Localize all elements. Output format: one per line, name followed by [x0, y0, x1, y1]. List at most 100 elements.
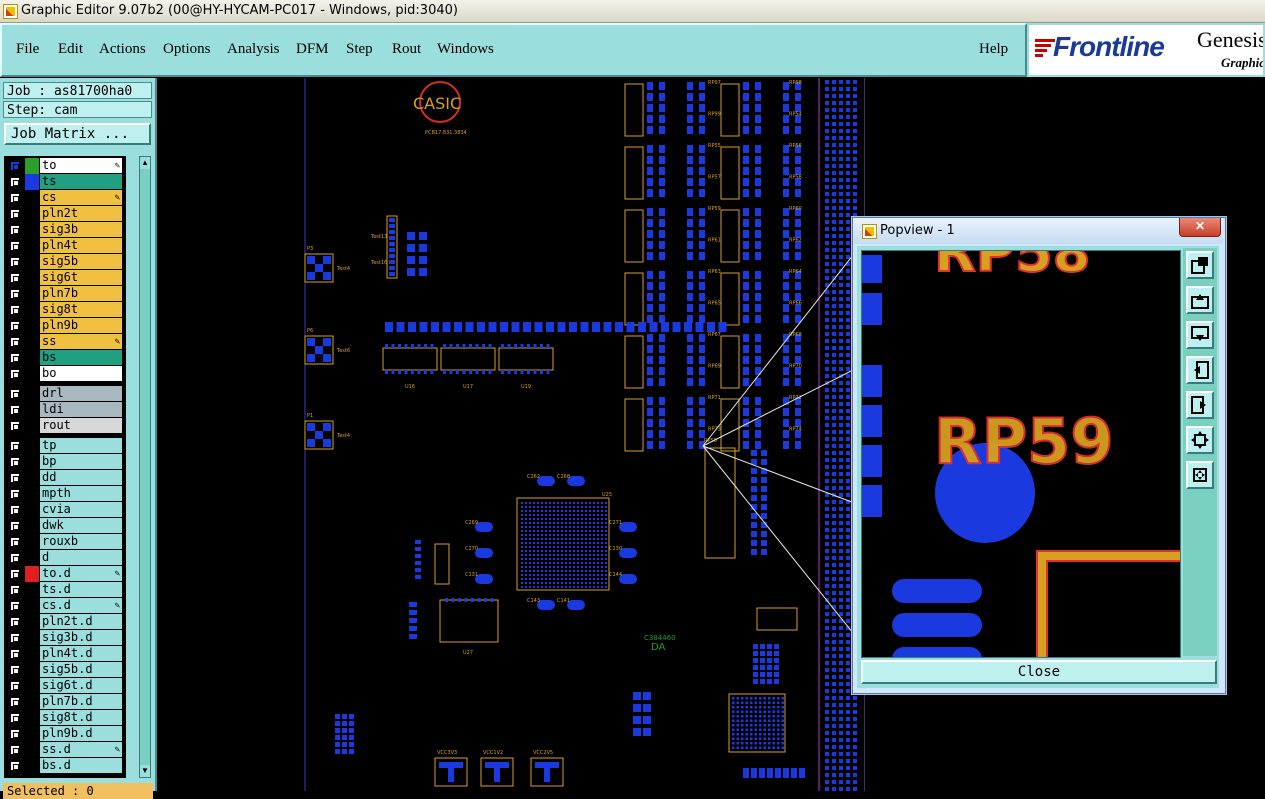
scroll-down-icon[interactable]: ▼ [140, 765, 150, 777]
menu-dfm[interactable]: DFM [296, 41, 329, 58]
layer-row-ss[interactable]: ss ✎ [4, 334, 126, 350]
layer-name[interactable]: dd [40, 470, 122, 485]
layer-name[interactable]: sig5b [40, 254, 122, 269]
zoom-in-icon[interactable] [1186, 426, 1214, 454]
layer-color-swatch[interactable] [25, 550, 39, 566]
layer-name[interactable]: bs.d [40, 758, 122, 773]
layer-row-drl[interactable]: drl [4, 386, 126, 402]
layer-name[interactable]: ldi [40, 402, 122, 417]
layer-color-swatch[interactable] [25, 758, 39, 774]
menu-windows[interactable]: Windows [437, 41, 494, 58]
pan-right-icon[interactable] [1186, 391, 1214, 419]
layer-color-swatch[interactable] [25, 566, 39, 582]
layer-color-swatch[interactable] [25, 582, 39, 598]
layer-checkbox[interactable] [10, 681, 20, 691]
layer-name[interactable]: ss.d ✎ [40, 742, 122, 757]
layer-checkbox[interactable] [10, 305, 20, 315]
layer-name[interactable]: d [40, 550, 122, 565]
layer-row-pln7b-d[interactable]: pln7b.d [4, 694, 126, 710]
layer-checkbox[interactable] [10, 257, 20, 267]
pan-left-icon[interactable] [1186, 356, 1214, 384]
layer-name[interactable]: pln4t [40, 238, 122, 253]
layer-checkbox[interactable] [10, 633, 20, 643]
layer-row-sig5b[interactable]: sig5b [4, 254, 126, 270]
layer-checkbox[interactable] [10, 553, 20, 563]
layer-checkbox[interactable] [10, 337, 20, 347]
layer-row-tp[interactable]: tp [4, 438, 126, 454]
menu-rout[interactable]: Rout [392, 41, 421, 58]
layer-row-pln2t[interactable]: pln2t [4, 206, 126, 222]
layer-row-cs-d[interactable]: cs.d ✎ [4, 598, 126, 614]
layer-color-swatch[interactable] [25, 286, 39, 302]
layer-name[interactable]: cs ✎ [40, 190, 122, 205]
layer-name[interactable]: dwk [40, 518, 122, 533]
layer-row-bs-d[interactable]: bs.d [4, 758, 126, 774]
layer-row-to-d[interactable]: to.d ✎ [4, 566, 126, 582]
layer-name[interactable]: sig3b [40, 222, 122, 237]
layer-color-swatch[interactable] [25, 646, 39, 662]
layer-checkbox[interactable] [10, 521, 20, 531]
layer-row-bo[interactable]: bo [4, 366, 126, 382]
layer-color-swatch[interactable] [25, 502, 39, 518]
layer-color-swatch[interactable] [25, 366, 39, 382]
layer-name[interactable]: pln2t [40, 206, 122, 221]
popview-zoom-view[interactable]: RP58 RP59 [861, 250, 1181, 658]
layer-row-bp[interactable]: bp [4, 454, 126, 470]
layer-name[interactable]: ts [40, 174, 122, 189]
layer-name[interactable]: sig6t [40, 270, 122, 285]
layer-color-swatch[interactable] [25, 534, 39, 550]
layer-color-swatch[interactable] [25, 598, 39, 614]
layer-name[interactable]: pln2t.d [40, 614, 122, 629]
layer-row-ts-d[interactable]: ts.d [4, 582, 126, 598]
layer-checkbox[interactable] [10, 537, 20, 547]
layer-checkbox[interactable] [10, 473, 20, 483]
layer-color-swatch[interactable] [25, 710, 39, 726]
layer-color-swatch[interactable] [25, 486, 39, 502]
layer-color-swatch[interactable] [25, 662, 39, 678]
layer-color-swatch[interactable] [25, 614, 39, 630]
layer-name[interactable]: rout [40, 418, 122, 433]
layer-row-sig6t-d[interactable]: sig6t.d [4, 678, 126, 694]
layer-name[interactable]: pln9b.d [40, 726, 122, 741]
layer-checkbox[interactable] [10, 601, 20, 611]
layer-checkbox[interactable] [10, 457, 20, 467]
zoom-fit-icon[interactable] [1186, 251, 1214, 279]
layer-name[interactable]: sig8t [40, 302, 122, 317]
menu-analysis[interactable]: Analysis [227, 41, 280, 58]
job-matrix-button[interactable]: Job Matrix ... [4, 123, 151, 145]
zoom-up-icon[interactable] [1186, 286, 1214, 314]
layer-row-pln7b[interactable]: pln7b [4, 286, 126, 302]
menu-actions[interactable]: Actions [99, 41, 146, 58]
layer-row-sig3b[interactable]: sig3b [4, 222, 126, 238]
layer-row-bs[interactable]: bs [4, 350, 126, 366]
scroll-up-icon[interactable]: ▲ [140, 157, 150, 169]
layer-checkbox[interactable] [10, 441, 20, 451]
layer-row-pln9b[interactable]: pln9b [4, 318, 126, 334]
layer-checkbox[interactable] [10, 585, 20, 595]
layer-color-swatch[interactable] [25, 678, 39, 694]
layer-row-sig5b-d[interactable]: sig5b.d [4, 662, 126, 678]
layer-name[interactable]: pln9b [40, 318, 122, 333]
menu-options[interactable]: Options [163, 41, 211, 58]
layer-name[interactable]: ts.d [40, 582, 122, 597]
layer-name[interactable]: cs.d ✎ [40, 598, 122, 613]
layer-checkbox[interactable] [10, 505, 20, 515]
layer-row-ldi[interactable]: ldi [4, 402, 126, 418]
layer-checkbox[interactable] [10, 569, 20, 579]
layer-row-ss-d[interactable]: ss.d ✎ [4, 742, 126, 758]
layer-color-swatch[interactable] [25, 206, 39, 222]
layer-name[interactable]: bs [40, 350, 122, 365]
layer-checkbox[interactable] [10, 489, 20, 499]
layer-name[interactable]: cvia [40, 502, 122, 517]
layer-row-mpth[interactable]: mpth [4, 486, 126, 502]
menu-edit[interactable]: Edit [58, 41, 83, 58]
layer-color-swatch[interactable] [25, 470, 39, 486]
layer-name[interactable]: drl [40, 386, 122, 401]
layer-color-swatch[interactable] [25, 158, 39, 174]
layer-checkbox[interactable] [10, 289, 20, 299]
layer-name[interactable]: pln4t.d [40, 646, 122, 661]
layer-checkbox[interactable] [10, 241, 20, 251]
layer-name[interactable]: to.d ✎ [40, 566, 122, 581]
menu-step[interactable]: Step [346, 41, 373, 58]
layer-name[interactable]: rouxb [40, 534, 122, 549]
